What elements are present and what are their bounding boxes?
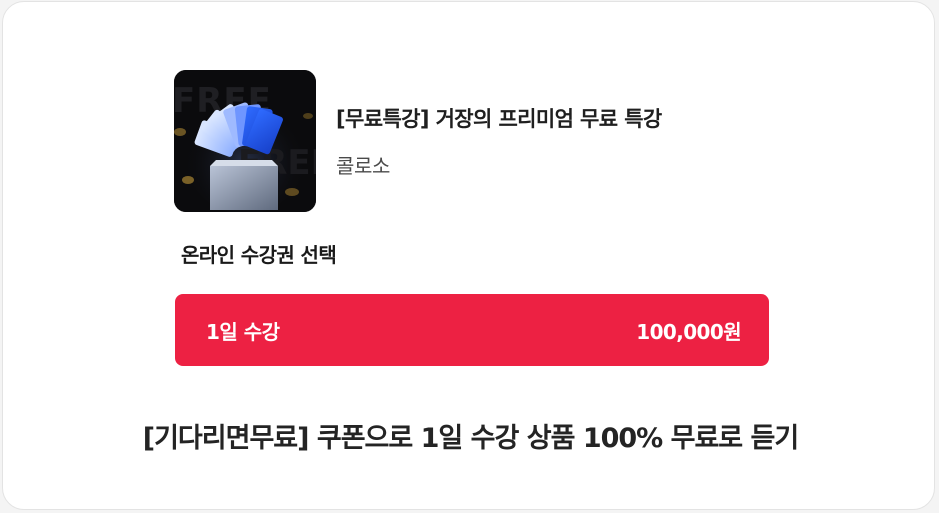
- course-title[interactable]: [무료특강] 거장의 프리미엄 무료 특강: [336, 103, 662, 133]
- course-instructor: 콜로소: [336, 154, 390, 178]
- course-purchase-card: FREE FREE [무료특강] 거장의 프리미엄 무료 특강 콜로소 온라: [2, 1, 935, 510]
- course-thumbnail[interactable]: FREE FREE: [174, 70, 316, 212]
- free-coupon-promo-text: [기다리면무료] 쿠폰으로 1일 수강 상품 100% 무료로 듣기: [142, 423, 799, 454]
- ticket-option-1day[interactable]: 1일 수강 100,000원: [175, 294, 769, 366]
- ticket-option-name: 1일 수강: [206, 320, 280, 344]
- section-label-ticket-select: 온라인 수강권 선택: [181, 243, 337, 267]
- ticket-option-price: 100,000원: [636, 320, 741, 344]
